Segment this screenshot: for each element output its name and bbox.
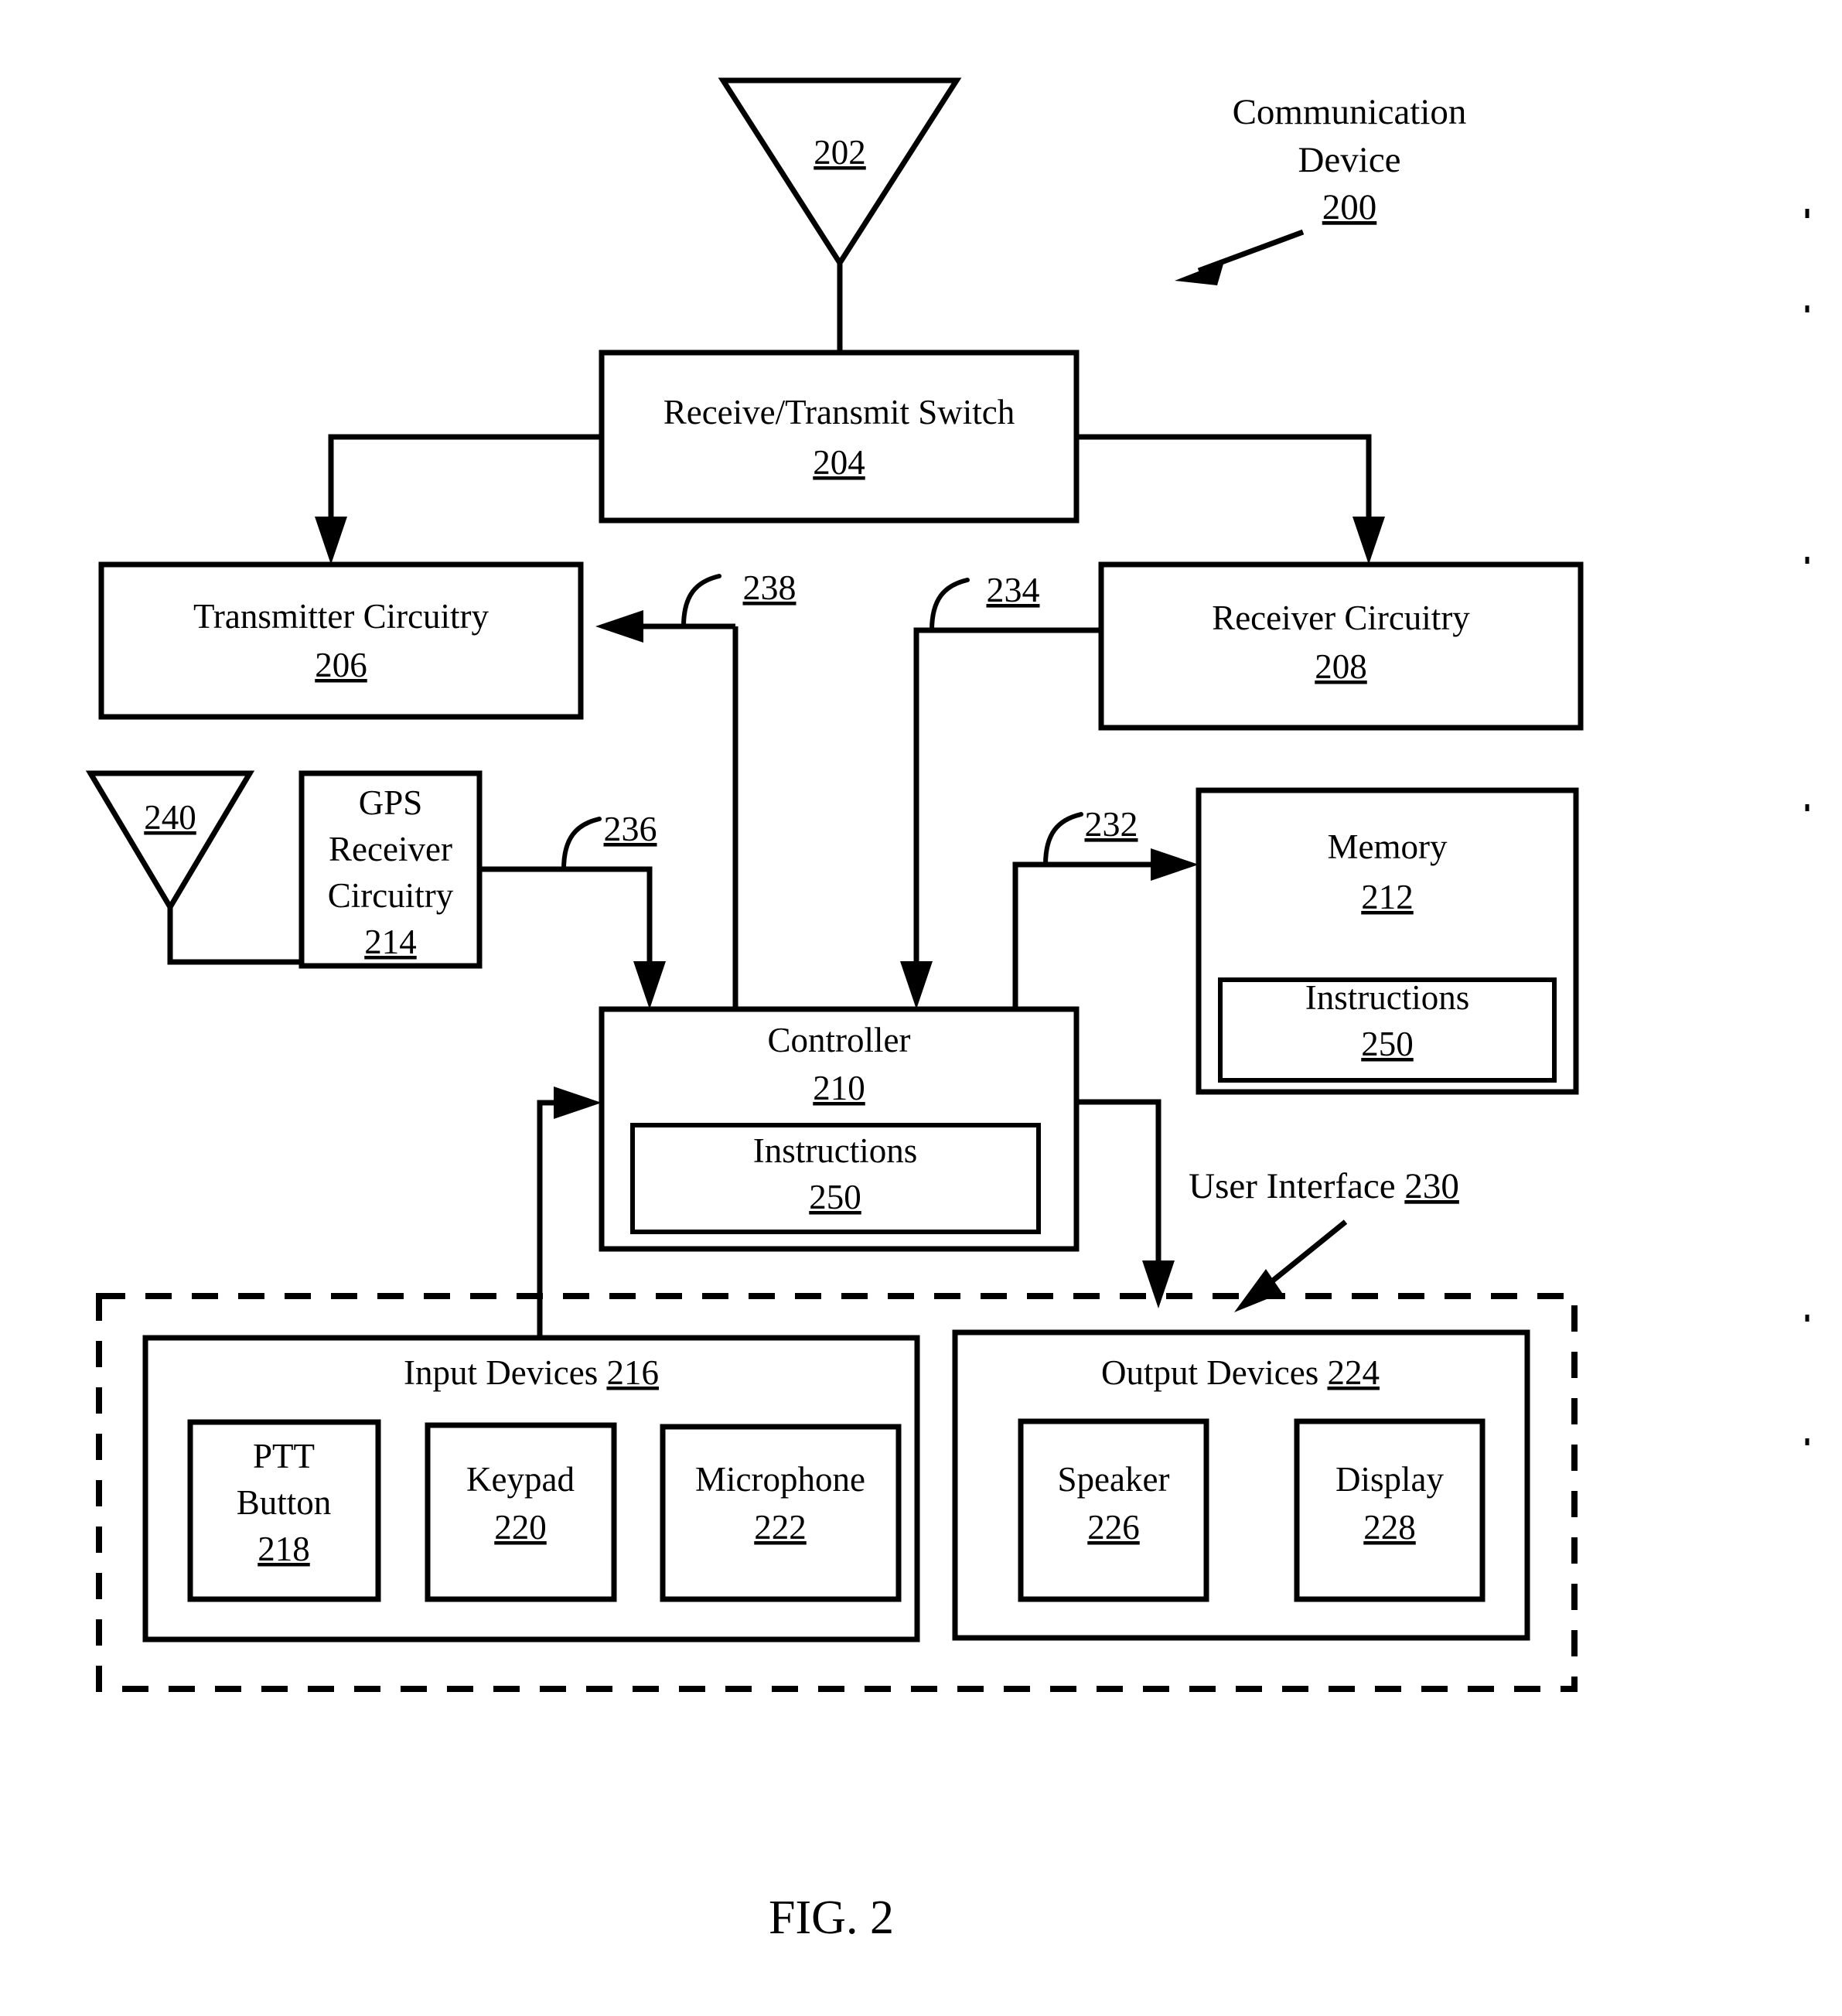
connector-232-arrowhead: [1151, 848, 1199, 881]
communication-device-arrowhead: [1175, 261, 1224, 285]
gps-receiver-circuitry-label-line1: GPS: [359, 783, 423, 822]
communication-device-label-line1: Communication: [1233, 92, 1467, 132]
input-devices-label: Input Devices 216: [404, 1353, 659, 1392]
connector-234-path: [913, 627, 1101, 986]
connector-232-controller-to-memory: 232: [1012, 804, 1199, 1009]
connector-238-arrowhead: [595, 610, 643, 643]
patent-figure-page: 202 Communication Device 200 Receive/Tra…: [0, 0, 1842, 2016]
receiver-circuitry-number: 208: [1315, 647, 1367, 686]
connector-238-leader-hook: [681, 574, 721, 629]
memory-node: Memory 212 Instructions 250: [1196, 787, 1579, 1095]
connector-238-controller-to-transmitter: 238: [595, 568, 796, 1009]
gps-receiver-circuitry-label-line2: Receiver: [329, 830, 452, 868]
memory-instructions-number: 250: [1361, 1025, 1414, 1063]
antenna-202-number: 202: [814, 133, 866, 172]
connector-switch-to-transmitter-arrowhead: [315, 517, 347, 565]
controller-number: 210: [813, 1069, 865, 1107]
connector-switch-to-transmitter: [315, 434, 602, 565]
transmitter-circuitry-label: Transmitter Circuitry: [193, 597, 489, 636]
controller-instructions-number: 250: [809, 1178, 861, 1216]
connector-232-leader-hook: [1043, 812, 1083, 867]
receiver-circuitry-node: Receiver Circuitry 208: [1098, 561, 1584, 731]
receiver-circuitry-label: Receiver Circuitry: [1212, 599, 1470, 637]
transmitter-circuitry-box: [98, 561, 584, 720]
connector-236-path: [479, 866, 653, 986]
connector-input-devices-to-controller-arrowhead: [554, 1086, 602, 1119]
gps-antenna-240: 240: [85, 770, 302, 965]
connector-234-arrowhead: [900, 961, 933, 1009]
user-interface-label: User Interface 230: [1189, 1166, 1459, 1206]
figure-2-block-diagram: 202 Communication Device 200 Receive/Tra…: [85, 77, 1810, 1944]
receive-transmit-switch-label: Receive/Transmit Switch: [663, 393, 1015, 432]
receive-transmit-switch-box: [599, 350, 1080, 524]
keypad-label: Keypad: [466, 1460, 575, 1499]
connector-switch-to-receiver-arrowhead: [1353, 517, 1385, 565]
antenna-202-triangle: [718, 77, 962, 268]
controller-instructions-label: Instructions: [753, 1131, 917, 1170]
microphone-label: Microphone: [695, 1460, 865, 1499]
display-label: Display: [1335, 1460, 1444, 1499]
connector-switch-to-receiver-path: [1076, 434, 1372, 541]
connector-236-gps-to-controller: 236: [479, 809, 666, 1009]
communication-device-leader-line: [1197, 229, 1305, 274]
connector-controller-to-output-devices-arrowhead: [1142, 1260, 1175, 1308]
memory-instructions-label: Instructions: [1305, 978, 1469, 1017]
receiver-circuitry-box: [1098, 561, 1584, 731]
gps-receiver-circuitry-node: GPS Receiver Circuitry 214: [298, 770, 483, 969]
connector-236-arrowhead: [633, 961, 666, 1009]
connector-238-ref-number: 238: [743, 568, 796, 607]
antenna-202: 202: [718, 77, 962, 353]
connector-input-devices-to-controller-path: [537, 1100, 578, 1338]
communication-device-callout: Communication Device 200: [1175, 92, 1466, 285]
connector-232-path: [1012, 861, 1175, 1009]
ptt-button-label-line2: Button: [237, 1483, 332, 1522]
speaker-number: 226: [1087, 1508, 1140, 1547]
connector-switch-to-receiver: [1076, 434, 1385, 565]
connector-234-receiver-to-controller: 234: [900, 570, 1101, 1009]
transmitter-circuitry-number: 206: [315, 646, 367, 684]
communication-device-label-line2: Device: [1298, 140, 1400, 180]
connector-236-ref-number: 236: [604, 809, 657, 848]
connector-236-leader-hook: [561, 817, 602, 872]
display-number: 228: [1363, 1508, 1416, 1547]
gps-antenna-240-number: 240: [144, 798, 196, 837]
output-devices-label: Output Devices 224: [1101, 1353, 1380, 1392]
memory-label: Memory: [1328, 827, 1448, 866]
connector-controller-to-output-devices: [1076, 1099, 1175, 1308]
communication-device-number: 200: [1322, 187, 1377, 227]
receive-transmit-switch-number: 204: [813, 443, 865, 482]
receive-transmit-switch-node: Receive/Transmit Switch 204: [599, 350, 1080, 524]
controller-node: Controller 210 Instructions 250: [599, 1006, 1080, 1252]
ptt-button-label-line1: PTT: [253, 1437, 315, 1475]
gps-receiver-circuitry-number: 214: [364, 923, 417, 961]
memory-number: 212: [1361, 878, 1414, 916]
microphone-number: 222: [754, 1508, 807, 1547]
ptt-button-number: 218: [258, 1530, 310, 1568]
figure-caption: FIG. 2: [769, 1891, 894, 1944]
gps-antenna-240-triangle: [85, 770, 255, 912]
input-devices-node: Input Devices 216 PTT Button 218 Keypad …: [142, 1335, 920, 1642]
connector-234-leader-hook: [930, 578, 970, 633]
connector-232-ref-number: 232: [1085, 804, 1138, 844]
connector-input-devices-to-controller: [537, 1086, 602, 1338]
connector-234-ref-number: 234: [987, 570, 1040, 609]
connector-controller-to-output-devices-path: [1076, 1099, 1161, 1284]
controller-label: Controller: [768, 1021, 911, 1059]
connector-switch-to-transmitter-path: [328, 434, 602, 541]
gps-receiver-circuitry-label-line3: Circuitry: [328, 876, 454, 915]
speaker-label: Speaker: [1058, 1460, 1170, 1499]
user-interface-callout: User Interface 230: [1189, 1166, 1459, 1312]
keypad-number: 220: [494, 1508, 547, 1547]
gps-antenna-240-stem: [167, 907, 302, 965]
output-devices-node: Output Devices 224 Speaker 226 Display 2…: [952, 1329, 1530, 1641]
transmitter-circuitry-node: Transmitter Circuitry 206: [98, 561, 584, 720]
